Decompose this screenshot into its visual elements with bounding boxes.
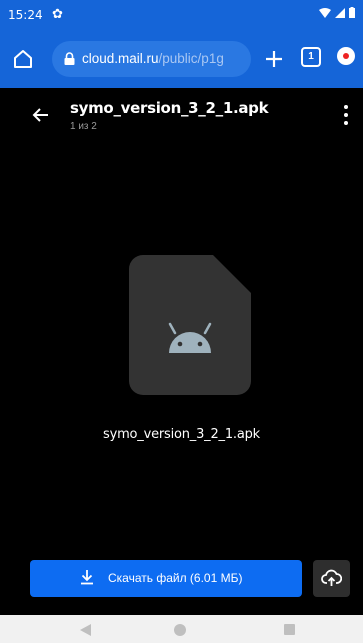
browser-toolbar: cloud.mail.ru/public/p1g 1 (0, 30, 363, 88)
status-indicators (319, 7, 355, 18)
file-preview (129, 255, 251, 395)
nav-home-icon[interactable] (174, 624, 186, 636)
more-vert-icon[interactable] (342, 102, 350, 128)
plus-icon[interactable] (262, 47, 286, 71)
battery-icon (349, 7, 355, 18)
save-to-cloud-button[interactable] (313, 560, 350, 597)
gear-icon: ✿ (52, 6, 63, 21)
viewer-header: symo_version_3_2_1.apk 1 из 2 (0, 88, 363, 148)
address-bar[interactable]: cloud.mail.ru/public/p1g (52, 41, 251, 77)
url-path: /public/p1g (158, 51, 224, 66)
signal-icon (335, 7, 345, 18)
status-time: 15:24 (8, 8, 43, 22)
back-arrow-icon[interactable] (30, 104, 52, 126)
cloud-upload-icon (321, 569, 342, 586)
download-icon (81, 570, 93, 585)
wifi-icon (319, 7, 331, 18)
file-name: symo_version_3_2_1.apk (103, 427, 260, 442)
status-bar: 15:24 ✿ (0, 0, 363, 30)
download-label: Скачать файл (6.01 МБ) (108, 571, 243, 585)
download-button[interactable]: Скачать файл (6.01 МБ) (30, 560, 302, 597)
nav-back-icon[interactable] (80, 624, 91, 636)
url-text: cloud.mail.ru/public/p1g (82, 51, 224, 66)
url-domain: cloud.mail.ru (82, 51, 159, 66)
menu-icon[interactable] (337, 47, 355, 65)
file-title: symo_version_3_2_1.apk (70, 99, 269, 117)
tabs-icon[interactable]: 1 (301, 47, 321, 67)
system-nav-bar (0, 615, 363, 643)
file-counter: 1 из 2 (70, 121, 97, 132)
lock-icon (64, 52, 75, 65)
nav-recents-icon[interactable] (284, 624, 295, 635)
home-icon[interactable] (11, 47, 35, 71)
